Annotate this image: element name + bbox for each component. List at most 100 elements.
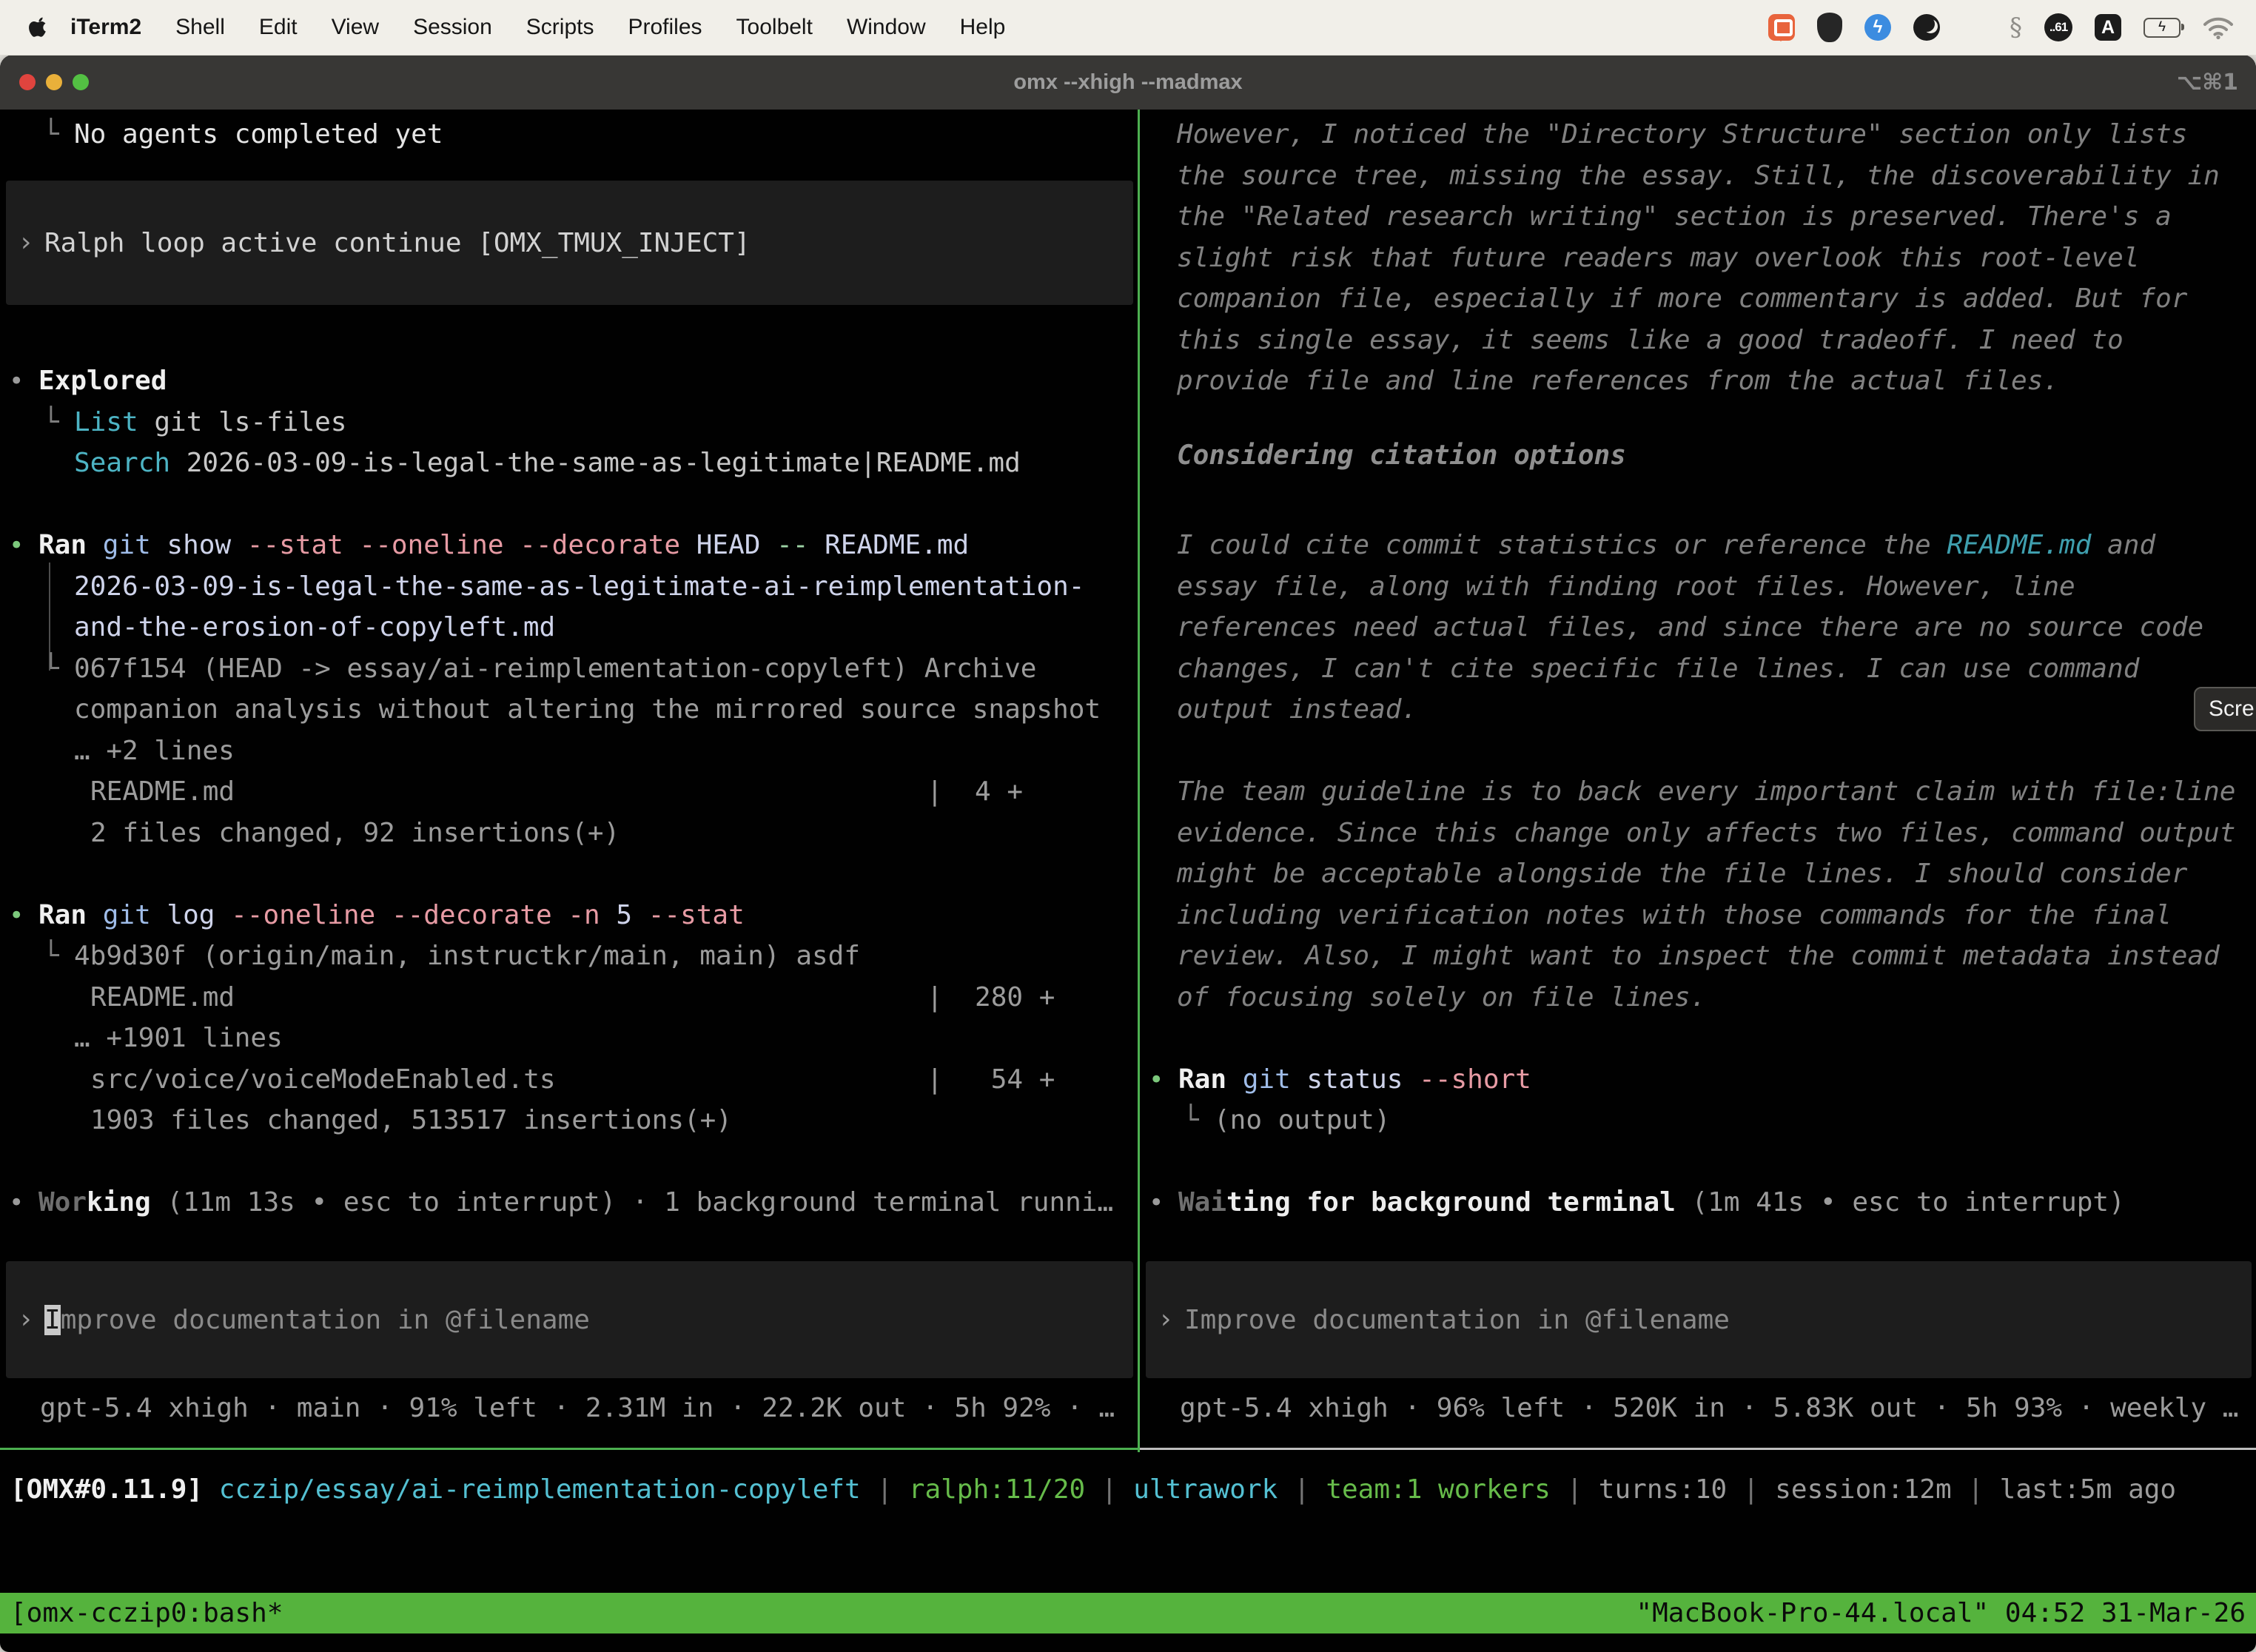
prompt-input-right[interactable]: ›Improve documentation in @filename xyxy=(1146,1261,2252,1378)
screen-tooltip: Scre xyxy=(2194,687,2256,731)
terminal-line: and-the-erosion-of-copyleft.md xyxy=(0,607,1138,648)
terminal-line: The team guideline is to back every impo… xyxy=(1140,771,2256,813)
tmux-status-bar[interactable]: [omx-cczip0:bash* "MacBook-Pro-44.local"… xyxy=(0,1593,2256,1633)
terminal-line: this single essay, it seems like a good … xyxy=(1140,320,2256,361)
terminal-line: the "Related research writing" section i… xyxy=(1140,196,2256,238)
model-status-right: gpt-5.4 xhigh · 96% left · 520K in · 5.8… xyxy=(1140,1388,2256,1429)
terminal-line: references need actual files, and since … xyxy=(1140,607,2256,648)
zoom-button[interactable] xyxy=(73,74,89,90)
tmux-session-window[interactable]: [omx-cczip0:bash* xyxy=(10,1598,283,1628)
menu-item-session[interactable]: Session xyxy=(396,15,509,40)
terminal-line: Search 2026-03-09-is-legal-the-same-as-l… xyxy=(0,443,1138,484)
terminal-line: src/voice/voiceModeEnabled.ts| 54 + xyxy=(0,1059,1138,1101)
prompt-chevron-icon: › xyxy=(18,229,34,256)
squiggle-icon[interactable]: § xyxy=(2010,13,2022,42)
terminal-line: review. Also, I might want to inspect th… xyxy=(1140,936,2256,977)
terminal-line: 2 files changed, 92 insertions(+) xyxy=(0,813,1138,854)
ralph-loop-input[interactable]: ›Ralph loop active continue [OMX_TMUX_IN… xyxy=(6,181,1133,305)
battery-icon[interactable]: ϟ xyxy=(2143,18,2181,38)
terminal-line: I could cite commit statistics or refere… xyxy=(1140,525,2256,566)
prompt-chevron-icon: › xyxy=(1158,1306,1174,1333)
ran-git-show: •Ran git show --stat --oneline --decorat… xyxy=(0,525,1138,566)
agents-status-line: └No agents completed yet xyxy=(0,114,1138,155)
separator-right xyxy=(1139,1448,2256,1450)
terminal-line: README.md| 4 + xyxy=(0,771,1138,813)
menu-item-window[interactable]: Window xyxy=(830,15,943,40)
terminal-line: companion analysis without altering the … xyxy=(0,689,1138,731)
terminal-line: changes, I can't cite specific file line… xyxy=(1140,648,2256,690)
terminal-line: slight risk that future readers may over… xyxy=(1140,238,2256,279)
tmux-host-datetime: "MacBook-Pro-44.local" 04:52 31-Mar-26 xyxy=(1636,1598,2246,1628)
terminal-line: companion file, especially if more comme… xyxy=(1140,278,2256,320)
omx-status-line: [OMX#0.11.9] cczip/essay/ai-reimplementa… xyxy=(0,1469,2256,1511)
terminal-line: 1903 files changed, 513517 insertions(+) xyxy=(0,1100,1138,1141)
tree-corner-icon: └ xyxy=(43,936,59,977)
prompt-input-left[interactable]: ›Improve documentation in @filename xyxy=(6,1261,1133,1378)
terminal-line: including verification notes with those … xyxy=(1140,895,2256,936)
pane-right: However, I noticed the "Directory Struct… xyxy=(1140,110,2256,1448)
bullet-icon: • xyxy=(1149,1182,1164,1223)
letter-a-icon[interactable]: A xyxy=(2095,14,2121,41)
chat-badge-icon[interactable] xyxy=(1768,14,1795,41)
terminal-line: evidence. Since this change only affects… xyxy=(1140,813,2256,854)
title-bar[interactable]: omx --xhigh --madmax ⌥⌘1 xyxy=(0,55,2256,110)
wifi-icon[interactable] xyxy=(2203,16,2234,39)
prompt-chevron-icon: › xyxy=(18,1306,34,1333)
terminal-line: └(no output) xyxy=(1140,1100,2256,1141)
ran-git-log: •Ran git log --oneline --decorate -n 5 -… xyxy=(0,895,1138,936)
terminal-line: the source tree, missing the essay. Stil… xyxy=(1140,155,2256,197)
menu-item-shell[interactable]: Shell xyxy=(158,15,242,40)
terminal-line: 2026-03-09-is-legal-the-same-as-legitima… xyxy=(0,566,1138,608)
menu-item-view[interactable]: View xyxy=(315,15,396,40)
terminal-line: … +2 lines xyxy=(0,731,1138,772)
menu-items: iTerm2ShellEditViewSessionScriptsProfile… xyxy=(53,15,1022,40)
apple-menu-icon[interactable] xyxy=(28,16,47,39)
bullet-icon: • xyxy=(9,360,24,402)
terminal-line: └067f154 (HEAD -> essay/ai-reimplementat… xyxy=(0,648,1138,690)
bullet-icon: • xyxy=(9,525,24,566)
menu-item-iterm2[interactable]: iTerm2 xyxy=(53,15,158,40)
terminal-line: └4b9d30f (origin/main, instructkr/main, … xyxy=(0,936,1138,977)
menu-status-icons: ϟ § ..61 A ϟ xyxy=(1768,13,2256,42)
ran-git-status: •Ran git status --short xyxy=(1140,1059,2256,1101)
dots-grid-icon[interactable] xyxy=(1962,15,1987,40)
menu-bar: iTerm2ShellEditViewSessionScriptsProfile… xyxy=(0,0,2256,56)
separator-left-active xyxy=(0,1448,1139,1450)
terminal-line: └List git ls-files xyxy=(0,402,1138,443)
window-shortcut-badge: ⌥⌘1 xyxy=(2177,70,2238,95)
bullet-icon: • xyxy=(1149,1059,1164,1101)
terminal-line: essay file, along with finding root file… xyxy=(1140,566,2256,608)
close-button[interactable] xyxy=(19,74,36,90)
bullet-icon: • xyxy=(9,895,24,936)
working-status: •Working (11m 13s • esc to interrupt) · … xyxy=(0,1182,1138,1223)
count-badge-icon[interactable]: ..61 xyxy=(2044,13,2072,41)
pane-left: └No agents completed yet ›Ralph loop acti… xyxy=(0,110,1138,1448)
terminal-window: omx --xhigh --madmax ⌥⌘1 └No agents comp… xyxy=(0,55,2256,1652)
lunar-crescent-icon[interactable] xyxy=(1913,14,1940,41)
traffic-lights xyxy=(19,74,89,90)
model-status-left: gpt-5.4 xhigh · main · 91% left · 2.31M … xyxy=(0,1388,1138,1429)
minimize-button[interactable] xyxy=(46,74,62,90)
shield-keypad-icon[interactable] xyxy=(1817,13,1842,42)
pane-divider[interactable] xyxy=(1138,110,1140,1452)
thinking-heading: Considering citation options xyxy=(1140,435,2256,477)
terminal-line: output instead. xyxy=(1140,689,2256,731)
terminal-line: of focusing solely on file lines. xyxy=(1140,977,2256,1018)
blue-bolt-icon[interactable]: ϟ xyxy=(1864,14,1891,41)
screen: { "menu_bar": { "items": ["iTerm2", "She… xyxy=(0,0,2256,1652)
bullet-icon: • xyxy=(9,1182,24,1223)
tree-corner-icon: └ xyxy=(43,114,59,155)
menu-item-toolbelt[interactable]: Toolbelt xyxy=(719,15,830,40)
terminal-line: might be acceptable alongside the file l… xyxy=(1140,853,2256,895)
terminal-line: provide file and line references from th… xyxy=(1140,360,2256,402)
terminal-line: … +1901 lines xyxy=(0,1018,1138,1059)
terminal-line: README.md| 280 + xyxy=(0,977,1138,1018)
menu-item-scripts[interactable]: Scripts xyxy=(509,15,611,40)
terminal-line: However, I noticed the "Directory Struct… xyxy=(1140,114,2256,155)
tree-corner-icon: └ xyxy=(43,648,59,690)
window-title: omx --xhigh --madmax xyxy=(1013,70,1242,95)
menu-item-edit[interactable]: Edit xyxy=(242,15,315,40)
explored-header: •Explored xyxy=(0,360,1138,402)
menu-item-help[interactable]: Help xyxy=(943,15,1023,40)
menu-item-profiles[interactable]: Profiles xyxy=(611,15,719,40)
